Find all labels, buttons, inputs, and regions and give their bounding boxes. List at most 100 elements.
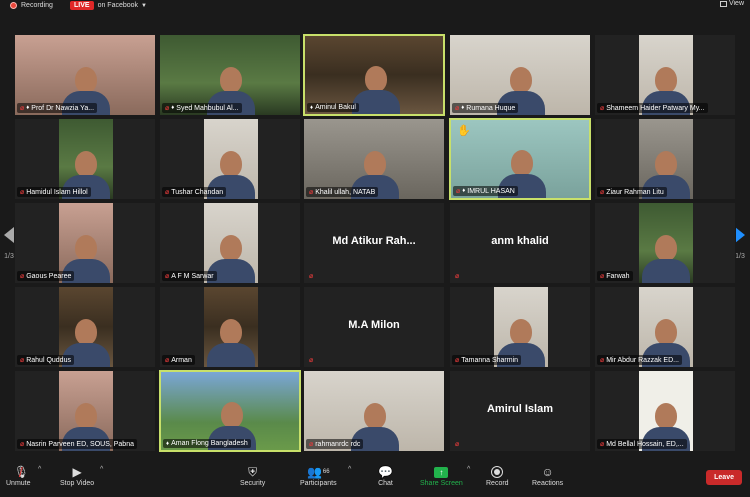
participant-name: Shameem Haider Patwary My... bbox=[606, 104, 705, 112]
participant-tile[interactable]: ⌀ Tamanna Sharmin bbox=[449, 286, 591, 368]
share-options-chevron-icon[interactable]: ^ bbox=[467, 466, 470, 473]
participant-tile[interactable]: ♦ Aman Flong Bangladesh bbox=[159, 370, 301, 452]
participants-options-chevron-icon[interactable]: ^ bbox=[348, 466, 351, 473]
chat-bubble-icon: 💬 bbox=[378, 465, 393, 479]
mic-muted-icon: ⌀ bbox=[600, 441, 605, 448]
smiley-icon: ☺ bbox=[541, 465, 554, 479]
participant-name-label: ⌀ Farwah bbox=[597, 271, 633, 281]
record-label: Record bbox=[486, 480, 509, 487]
participant-name-label: ⌀ rahmanrdc rdc bbox=[306, 439, 364, 449]
participant-tile[interactable]: Amirul Islam ⌀ bbox=[449, 370, 591, 452]
arrow-left-icon bbox=[4, 226, 14, 243]
participant-silhouette bbox=[642, 235, 690, 283]
share-screen-label: Share Screen bbox=[420, 480, 463, 487]
participant-name-label: ⌀ Md Bellal Hossain, ED,... bbox=[597, 439, 687, 449]
top-bar: Recording LIVE on Facebook ▼ View bbox=[0, 0, 750, 12]
mic-muted-icon: ⌀ bbox=[20, 441, 25, 448]
participant-tile[interactable]: ⌀ ♦ Syed Mahbubul Al... bbox=[159, 34, 301, 116]
spotlight-icon: ♦ bbox=[310, 104, 314, 111]
leave-button[interactable]: Leave bbox=[706, 470, 742, 485]
live-destination: on Facebook bbox=[97, 2, 139, 9]
participant-tile[interactable]: ⌀ Farwah bbox=[594, 202, 736, 284]
participant-tile[interactable]: ⌀ Khalil ullah, NATAB bbox=[303, 118, 445, 200]
mic-muted-icon: ⌀ bbox=[20, 357, 25, 364]
mic-muted-icon: ⌀ bbox=[600, 105, 605, 112]
mic-muted-icon: ⌀ bbox=[165, 189, 170, 196]
audio-options-chevron-icon[interactable]: ^ bbox=[38, 466, 41, 473]
live-tag: LIVE bbox=[70, 1, 94, 10]
mic-muted-icon: ⌀ bbox=[455, 357, 460, 364]
participant-silhouette bbox=[207, 319, 255, 367]
participant-tile[interactable]: ⌀ Mir Abdur Razzak ED... bbox=[594, 286, 736, 368]
participant-tile[interactable]: ⌀ Shameem Haider Patwary My... bbox=[594, 34, 736, 116]
participant-name-label: ⌀ bbox=[452, 271, 462, 281]
participant-name-label: ♦ Aman Flong Bangladesh bbox=[163, 439, 251, 448]
participant-name-label: ⌀ Tamanna Sharmin bbox=[452, 355, 522, 365]
participant-name: Arman bbox=[171, 356, 192, 364]
participant-tile[interactable]: ⌀ Md Bellal Hossain, ED,... bbox=[594, 370, 736, 452]
participant-tile[interactable]: ⌀ Arman bbox=[159, 286, 301, 368]
participant-tile[interactable]: ⌀ Gaous Pearee bbox=[14, 202, 156, 284]
stop-video-label: Stop Video bbox=[60, 480, 95, 487]
shield-icon: ⛨ bbox=[248, 464, 258, 479]
participant-tile[interactable]: ⌀ Hamidul Islam Hillol bbox=[14, 118, 156, 200]
zoom-meeting-window: Recording LIVE on Facebook ▼ View 1/3 1/… bbox=[0, 0, 750, 497]
participant-name-label: ⌀ bbox=[306, 271, 316, 281]
reactions-button[interactable]: ☺ Reactions bbox=[532, 464, 563, 487]
participant-name: A F M Sarwar bbox=[171, 272, 214, 280]
participant-name: Aman Flong Bangladesh bbox=[171, 440, 248, 447]
mic-muted-icon: ⌀ bbox=[600, 273, 605, 280]
mic-muted-icon: ⌀ bbox=[309, 441, 314, 448]
participant-tile[interactable]: ✋ ⌀ ♦ IMRUL HASAN bbox=[449, 118, 591, 200]
participant-name: Nasrin Parveen ED, SOUS, Pabna bbox=[26, 440, 134, 448]
participant-name: Tamanna Sharmin bbox=[461, 356, 519, 364]
participants-icon: 👥 66 bbox=[306, 465, 330, 479]
participant-tile[interactable]: ⌀ Tushar Chandan bbox=[159, 118, 301, 200]
participant-name-label: ⌀ Gaous Pearee bbox=[17, 271, 75, 281]
participant-tile[interactable]: Md Atikur Rah... ⌀ bbox=[303, 202, 445, 284]
unmute-button[interactable]: 🎙 / Unmute bbox=[6, 464, 31, 487]
page-indicator-left: 1/3 bbox=[4, 252, 14, 260]
share-screen-button[interactable]: ↑ Share Screen bbox=[420, 464, 463, 487]
participant-tile[interactable]: ⌀ Nasrin Parveen ED, SOUS, Pabna bbox=[14, 370, 156, 452]
participant-tile[interactable]: ⌀ A F M Sarwar bbox=[159, 202, 301, 284]
video-camera-icon: ▶ bbox=[72, 465, 82, 479]
record-button[interactable]: Record bbox=[486, 464, 509, 487]
participant-name: Hamidul Islam Hillol bbox=[26, 188, 88, 196]
participant-tile[interactable]: ♦ Aminul Bakul bbox=[303, 34, 445, 116]
stop-video-button[interactable]: ▶ Stop Video bbox=[60, 464, 94, 487]
view-label: View bbox=[728, 0, 744, 7]
participant-tile[interactable]: M.A Milon ⌀ bbox=[303, 286, 445, 368]
participants-button[interactable]: 👥 66 Participants bbox=[300, 464, 337, 487]
spotlight-icon: ♦ bbox=[166, 440, 170, 447]
participant-tile[interactable]: ⌀ Rahul Quddus bbox=[14, 286, 156, 368]
mic-muted-icon: ⌀ bbox=[455, 273, 460, 280]
security-button[interactable]: ⛨ Security bbox=[240, 464, 266, 488]
participant-tile[interactable]: ⌀ ♦ Rumana Huque bbox=[449, 34, 591, 116]
view-button[interactable]: View bbox=[719, 0, 744, 7]
record-dot-icon bbox=[10, 1, 17, 9]
share-screen-icon-wrap: ↑ bbox=[434, 464, 449, 480]
participant-tile[interactable]: ⌀ rahmanrdc rdc bbox=[303, 370, 445, 452]
video-options-chevron-icon[interactable]: ^ bbox=[100, 466, 103, 473]
participant-tile[interactable]: ⌀ ♦ Prof Dr Nawzia Ya... bbox=[14, 34, 156, 116]
participant-display-name: Md Atikur Rah... bbox=[332, 235, 416, 247]
security-label: Security bbox=[240, 480, 266, 487]
participant-name: Tushar Chandan bbox=[171, 188, 224, 196]
participant-video bbox=[204, 287, 258, 367]
participant-name: Ziaur Rahman Litu bbox=[606, 188, 664, 196]
recording-indicator[interactable]: Recording bbox=[10, 0, 53, 10]
mic-muted-icon: ⌀ bbox=[309, 273, 314, 280]
participant-name-label: ⌀ Nasrin Parveen ED, SOUS, Pabna bbox=[17, 439, 137, 449]
participant-tile[interactable]: ⌀ Ziaur Rahman Litu bbox=[594, 118, 736, 200]
spotlight-icon: ♦ bbox=[462, 188, 466, 194]
participant-name: Prof Dr Nawzia Ya... bbox=[31, 104, 95, 112]
chevron-down-icon: ▼ bbox=[141, 2, 147, 9]
live-stream-indicator[interactable]: LIVE on Facebook ▼ bbox=[70, 0, 147, 11]
participant-tile[interactable]: anm khalid ⌀ bbox=[449, 202, 591, 284]
mic-muted-icon: ⌀ bbox=[600, 189, 605, 196]
chat-button[interactable]: 💬 Chat bbox=[378, 464, 393, 487]
spotlight-icon: ♦ bbox=[26, 105, 30, 111]
mic-muted-icon: ⌀ bbox=[309, 189, 314, 196]
chat-label: Chat bbox=[378, 480, 393, 487]
